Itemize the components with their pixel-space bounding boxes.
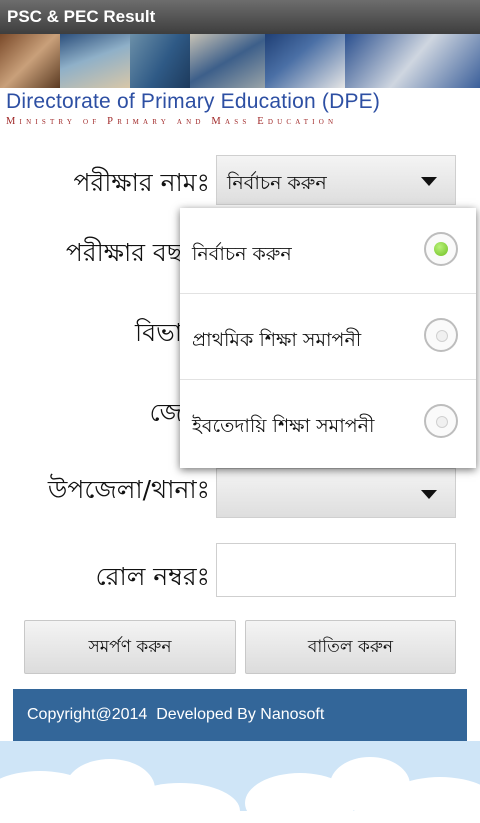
option-label: প্রাথমিক শিক্ষা সমাপনী [192, 329, 362, 351]
banner-photos [0, 34, 480, 88]
submit-button[interactable]: সমর্পণ করুন [24, 620, 236, 674]
exam-year-label: পরীক্ষার বছ [65, 238, 182, 267]
sky-background [0, 741, 480, 823]
dropdown-arrow-icon [421, 177, 437, 186]
banner-title: Directorate of Primary Education (DPE) [6, 90, 381, 113]
district-label: জে [149, 398, 182, 427]
division-label: বিভা [135, 318, 182, 347]
dropdown-option[interactable]: ইবতেদায়ি শিক্ষা সমাপনী [180, 380, 476, 466]
radio-unselected-icon[interactable] [424, 404, 458, 438]
cancel-button[interactable]: বাতিল করুন [245, 620, 456, 674]
footer-text: Copyright@2014 Developed By Nanosoft [27, 706, 325, 723]
upazila-label: উপজেলা/থানাঃ [47, 475, 210, 504]
footer-bar: Copyright@2014 Developed By Nanosoft [13, 689, 467, 741]
radio-selected-icon[interactable] [424, 232, 458, 266]
dropdown-arrow-icon [421, 490, 437, 499]
exam-name-label: পরীক্ষার নামঃ [73, 168, 210, 197]
roll-number-input[interactable] [216, 543, 456, 597]
exam-name-select[interactable]: নির্বাচন করুন [216, 155, 456, 205]
app-title-bar: PSC & PEC Result [0, 0, 480, 34]
banner-subtitle: Ministry of Primary and Mass Education [6, 116, 338, 127]
dropdown-option[interactable]: প্রাথমিক শিক্ষা সমাপনী [180, 294, 476, 380]
app-title: PSC & PEC Result [7, 7, 156, 26]
exam-name-dropdown-popup: নির্বাচন করুন প্রাথমিক শিক্ষা সমাপনী ইবত… [180, 208, 476, 468]
clouds-illustration [0, 757, 480, 823]
option-label: ইবতেদায়ি শিক্ষা সমাপনী [192, 415, 375, 437]
dropdown-option[interactable]: নির্বাচন করুন [180, 208, 476, 294]
upazila-select[interactable] [216, 468, 456, 518]
dpe-banner: Directorate of Primary Education (DPE) M… [0, 34, 480, 130]
option-label: নির্বাচন করুন [192, 243, 292, 265]
radio-unselected-icon[interactable] [424, 318, 458, 352]
exam-name-value: নির্বাচন করুন [227, 172, 327, 194]
roll-label: রোল নম্বরঃ [95, 562, 210, 591]
